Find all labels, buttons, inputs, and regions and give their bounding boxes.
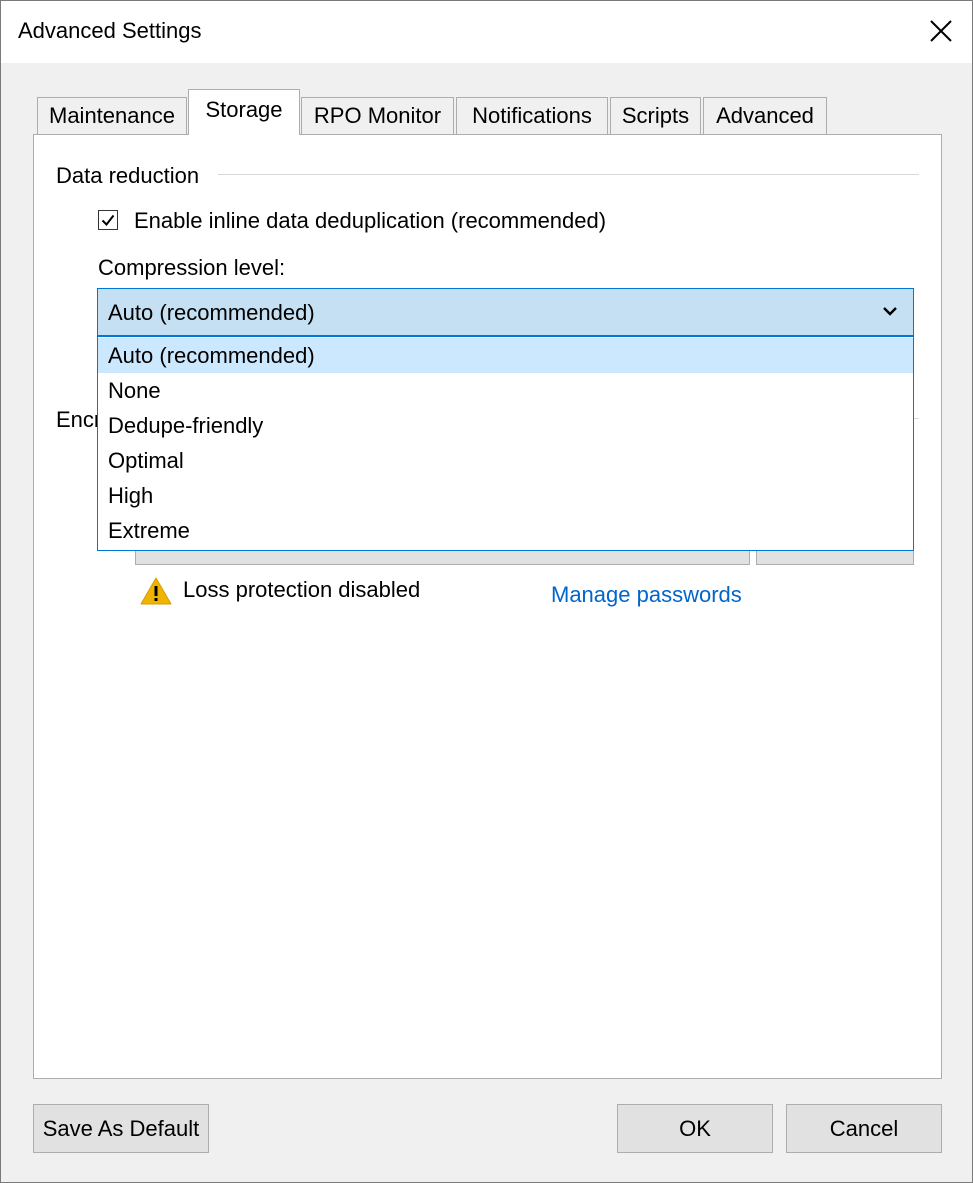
dedup-checkbox-label[interactable]: Enable inline data deduplication (recomm… [134, 208, 606, 234]
close-icon [930, 20, 952, 42]
dedup-checkbox[interactable] [98, 210, 118, 230]
tab-maintenance[interactable]: Maintenance [37, 97, 187, 134]
loss-protection-warning: Loss protection disabled [183, 577, 421, 602]
data-reduction-label: Data reduction [56, 163, 200, 188]
ok-button[interactable]: OK [617, 1104, 773, 1153]
tab-scripts[interactable]: Scripts [610, 97, 701, 134]
dropdown-arrow[interactable] [867, 289, 913, 335]
chevron-down-icon [883, 307, 897, 316]
compression-selected-value: Auto (recommended) [108, 300, 315, 325]
compression-dropdown-list: Auto (recommended) None Dedupe-friendly … [97, 336, 914, 551]
title-bar: Advanced Settings [1, 1, 972, 63]
compression-level-label: Compression level: [98, 255, 286, 280]
tab-storage[interactable]: Storage [188, 89, 300, 135]
manage-passwords-link[interactable]: Manage passwords [551, 582, 742, 608]
cancel-button[interactable]: Cancel [786, 1104, 942, 1153]
warning-icon [140, 577, 172, 605]
tab-advanced[interactable]: Advanced [703, 97, 827, 134]
tab-rpo-monitor[interactable]: RPO Monitor [301, 97, 454, 134]
group-divider [218, 174, 919, 175]
encryption-group-label: Encr [56, 407, 102, 432]
dropdown-option-high[interactable]: High [98, 478, 913, 513]
checkmark-icon [101, 214, 115, 227]
dropdown-option-none[interactable]: None [98, 373, 913, 408]
storage-tab-panel: Data reduction Enable inline data dedupl… [33, 134, 942, 1079]
dropdown-option-optimal[interactable]: Optimal [98, 443, 913, 478]
close-button[interactable] [910, 1, 972, 63]
tab-notifications[interactable]: Notifications [456, 97, 608, 134]
compression-level-combobox[interactable]: Auto (recommended) [97, 288, 914, 336]
dropdown-option-extreme[interactable]: Extreme [98, 513, 913, 548]
dropdown-option-dedupe-friendly[interactable]: Dedupe-friendly [98, 408, 913, 443]
advanced-settings-dialog: Advanced Settings Maintenance Storage RP… [0, 0, 973, 1183]
dropdown-option-auto[interactable]: Auto (recommended) [98, 338, 913, 373]
window-title: Advanced Settings [18, 18, 202, 43]
save-as-default-button[interactable]: Save As Default [33, 1104, 209, 1153]
